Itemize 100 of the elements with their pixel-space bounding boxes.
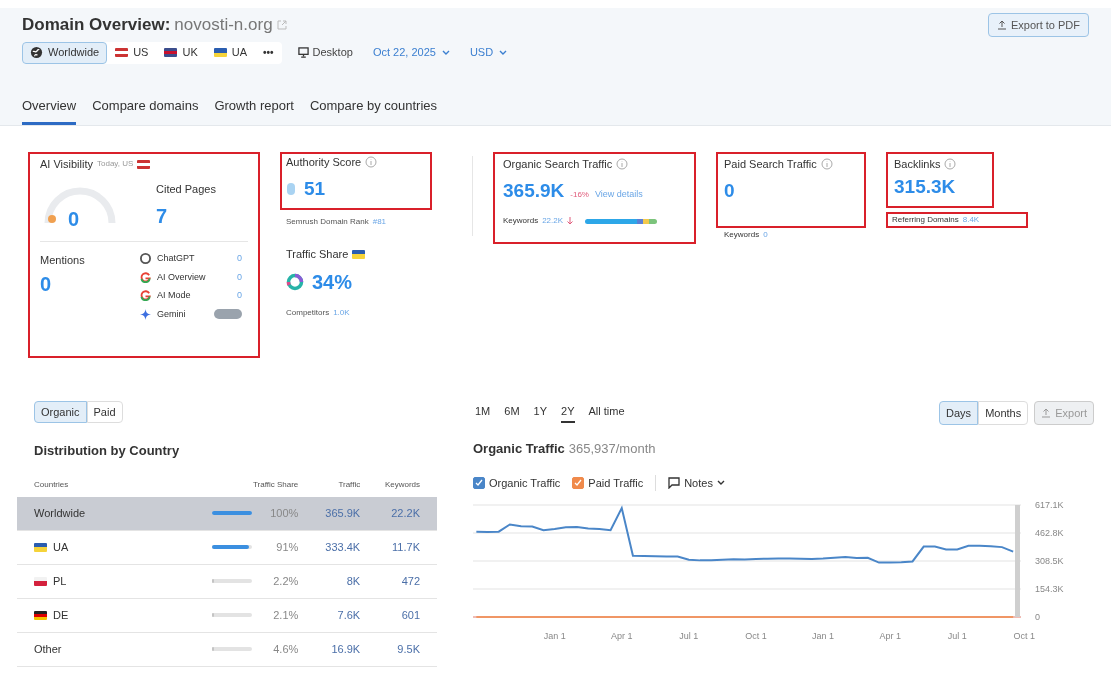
table-cell-text: 91% [275,539,299,555]
column-header: Traffic [337,478,361,491]
range-tab[interactable]: 1M [475,402,491,424]
range-tab[interactable]: 2Y [561,402,575,424]
country-name: Worldwide [34,505,86,521]
table-cell[interactable]: 8K [298,572,361,590]
card-subtitle: Today, US [97,158,134,171]
info-icon[interactable] [820,158,833,171]
card-title: Paid Search Traffic [724,157,817,172]
letter-g-icon [140,271,151,283]
axis-label: Jul 1 [947,631,967,641]
metric-value: 365.9K [503,178,565,203]
range-tab[interactable]: All time [588,402,625,424]
flag-icon [137,159,151,169]
table-cell[interactable]: 9.5K [360,640,420,658]
segment-button[interactable]: Organic [34,401,87,423]
device-button[interactable]: Desktop [297,44,353,61]
metric-label: Semrush Domain Rank [286,216,369,228]
tab[interactable]: Growth report [214,95,294,125]
legend-label: Paid Traffic [588,475,644,491]
axis-label: 154.3K [1035,584,1064,594]
tab[interactable]: Compare domains [92,95,199,125]
database-button[interactable]: US [107,41,157,64]
tab[interactable]: Compare by countries [309,95,438,125]
chevron-down-icon [716,479,725,486]
chart-subtitle: 365,937/month [568,440,656,458]
page-title: Domain Overview: [22,14,171,36]
country-name: Other [34,641,62,657]
currency-dropdown[interactable]: USD [469,44,508,61]
flag-icon [34,576,47,586]
date-dropdown[interactable]: Oct 22, 2025 [372,44,450,61]
card-title: Traffic Share [286,247,349,262]
axis-label: 308.5K [1035,556,1064,566]
range-tab[interactable]: 6M [504,402,520,424]
section-title: Distribution by Country [34,442,181,460]
axis-label: Jan 1 [543,631,566,641]
metric-label: Competitors [286,306,330,319]
axis-label: Apr 1 [879,631,901,641]
platform-name: Gemini [157,307,186,321]
platform-name: ChatGPT [157,252,195,265]
tab[interactable]: Overview [22,95,77,125]
card-title: Backlinks [894,157,941,172]
flag-icon [352,249,366,259]
table-cell-text: 2.2% [272,573,299,589]
segment-button[interactable]: Days [939,401,979,425]
flag-icon [213,48,227,57]
metric-label: Keywords [503,215,539,227]
axis-label: Jan 1 [812,631,835,641]
axis-label: Jul 1 [679,631,699,641]
chart-title: Organic Traffic [473,440,565,458]
card-title: Authority Score [286,155,362,170]
check-icon [475,478,483,487]
check-icon [574,478,583,487]
segment-button[interactable]: Paid [86,401,123,423]
table-cell[interactable]: 16.9K [298,640,361,658]
sparkle-icon [140,308,151,320]
axis-label: Oct 1 [1013,631,1036,641]
range-tab[interactable]: 1Y [533,402,548,424]
table-cell[interactable]: 7.6K [298,606,361,624]
status-pill [214,309,242,320]
info-icon[interactable] [365,156,378,169]
more-button[interactable]: ••• [255,41,282,64]
table-cell[interactable]: 472 [360,572,420,590]
score-value: 0 [68,208,80,229]
notes-dropdown[interactable]: Notes [668,474,725,491]
info-icon[interactable] [944,158,957,171]
metric-value: 0 [724,178,736,203]
metric-label: Keywords [724,229,760,241]
table-cell[interactable]: 601 [360,606,420,624]
info-icon[interactable] [616,158,629,171]
upload-icon [996,19,1007,30]
axis-label: 0 [1035,612,1040,622]
axis-label: Apr 1 [611,631,633,641]
metric-value: 34% [312,269,353,295]
metric-value: 51 [304,176,326,201]
country-name: DE [53,607,69,623]
upload-icon [1041,408,1052,418]
external-link-icon[interactable] [276,19,287,30]
flag-icon [164,48,178,57]
flag-icon [34,542,47,552]
axis-label: Oct 1 [745,631,767,641]
card-title: Organic Search Traffic [503,157,613,172]
segment-button[interactable]: Months [978,401,1029,425]
legend-checkbox[interactable] [572,476,585,489]
legend-checkbox[interactable] [473,476,485,489]
table-cell-text: 2.1% [272,607,299,623]
database-button[interactable]: UK [156,41,206,64]
stat-value: 0 [40,271,53,297]
column-header: Traffic Share [251,478,299,491]
database-button[interactable]: UA [205,41,255,64]
change-value: -16% [570,188,589,201]
table-cell[interactable]: 11.7K [360,538,420,556]
monitor-icon [297,47,309,58]
chevron-down-icon [499,49,508,56]
table-cell[interactable]: 333.4K [298,538,361,556]
globe-icon [30,46,43,59]
database-button[interactable]: Worldwide [22,41,108,64]
export-pdf-button[interactable]: Export to PDF [987,12,1089,37]
stat-value: 7 [156,204,169,229]
chatbot-icon [140,253,151,265]
